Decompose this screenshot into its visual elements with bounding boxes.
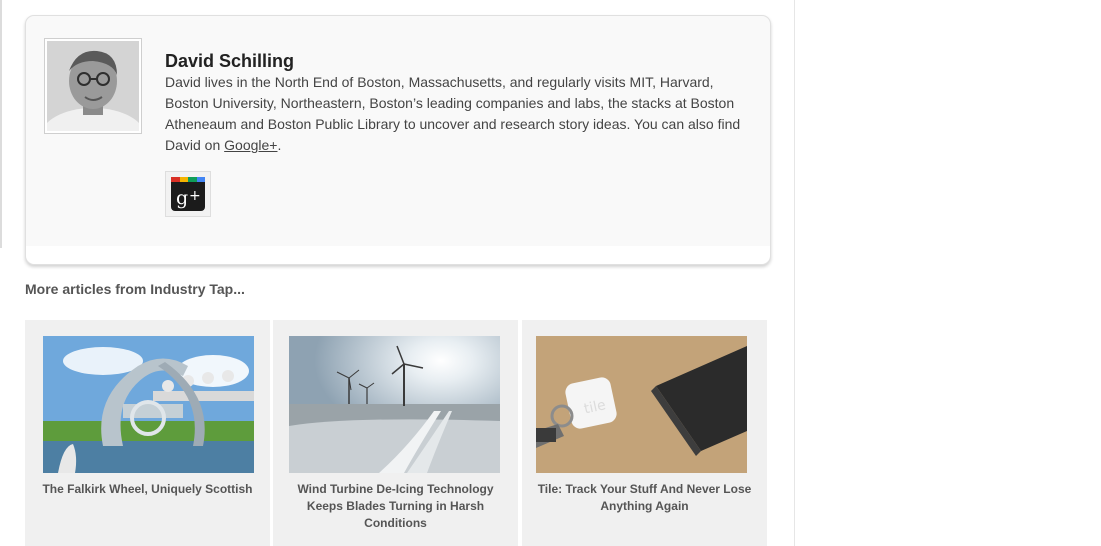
svg-text:+: + [189, 188, 201, 204]
wind-turbine-image [289, 336, 500, 473]
svg-text:g: g [176, 187, 188, 209]
page: David Schilling David lives in the North… [0, 0, 1101, 546]
falkirk-wheel-image [43, 336, 254, 473]
author-avatar[interactable] [44, 38, 142, 134]
google-plus-icon: g + [171, 177, 205, 211]
article-title[interactable]: Tile: Track Your Stuff And Never Lose An… [532, 481, 757, 515]
author-bio-end: . [277, 137, 282, 153]
article-card[interactable]: The Falkirk Wheel, Uniquely Scottish [25, 320, 270, 546]
content-divider [794, 0, 795, 546]
author-box-footer [26, 246, 770, 264]
article-card[interactable]: Wind Turbine De-Icing Technology Keeps B… [273, 320, 518, 546]
article-title[interactable]: Wind Turbine De-Icing Technology Keeps B… [283, 481, 508, 532]
article-title[interactable]: The Falkirk Wheel, Uniquely Scottish [35, 481, 260, 498]
google-plus-button[interactable]: g + [165, 171, 211, 217]
article-thumbnail[interactable] [289, 336, 500, 473]
author-photo [47, 41, 139, 131]
author-box: David Schilling David lives in the North… [25, 15, 771, 265]
google-plus-link[interactable]: Google+ [224, 137, 277, 153]
related-articles: The Falkirk Wheel, Uniquely Scottish Win… [25, 320, 772, 546]
article-thumbnail[interactable]: tile [536, 336, 747, 473]
more-articles-heading: More articles from Industry Tap... [25, 281, 245, 297]
author-bio: David lives in the North End of Boston, … [165, 72, 755, 156]
article-thumbnail[interactable] [43, 336, 254, 473]
tile-tracker-image: tile [536, 336, 747, 473]
article-card[interactable]: tile Tile: Track Your Stuff And Never Lo… [522, 320, 767, 546]
left-divider [0, 0, 2, 248]
author-name: David Schilling [165, 51, 295, 71]
